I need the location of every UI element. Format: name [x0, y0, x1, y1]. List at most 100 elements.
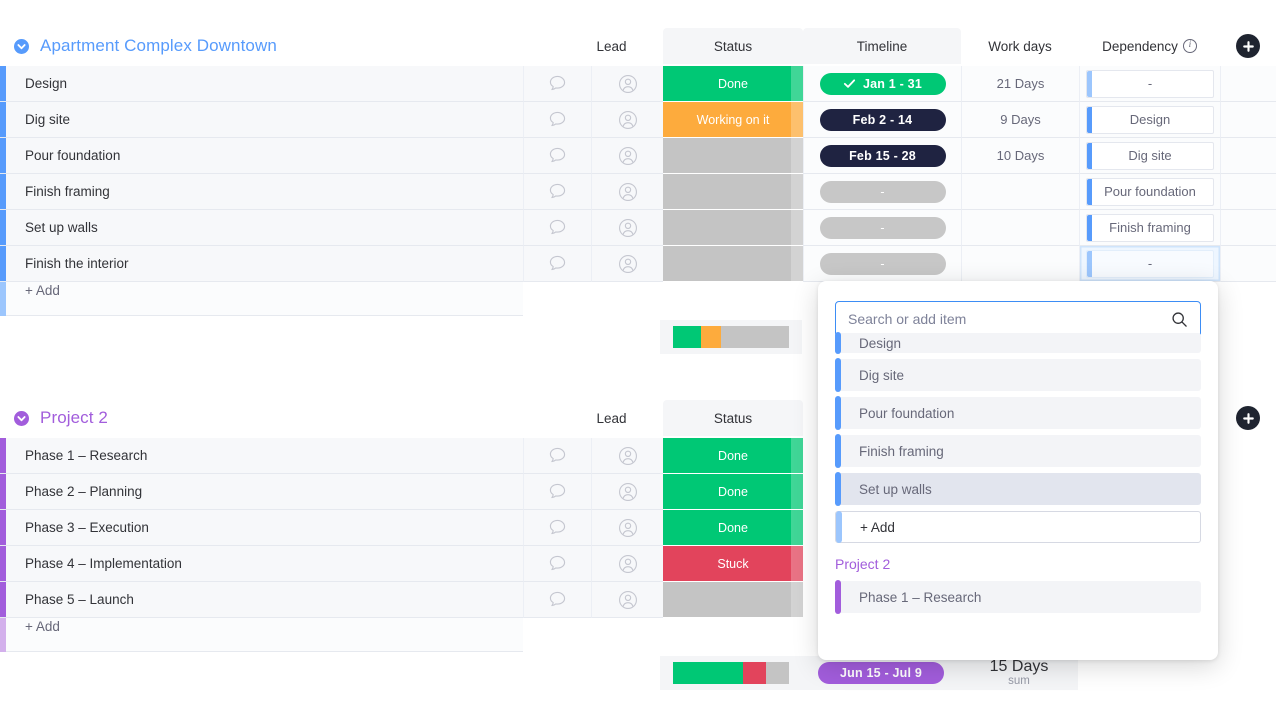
dropdown-list-item[interactable]: Dig site: [835, 358, 1201, 392]
person-avatar-icon[interactable]: [617, 589, 639, 611]
chevron-down-icon[interactable]: [14, 410, 29, 426]
column-header-lead[interactable]: Lead: [560, 28, 663, 64]
dependency-cell[interactable]: -: [1079, 246, 1220, 282]
timeline-pill[interactable]: Feb 15 - 28: [819, 144, 946, 167]
chat-bubble-icon[interactable]: [547, 517, 568, 538]
row-updates-cell[interactable]: [523, 474, 591, 510]
work-days-cell[interactable]: [961, 210, 1079, 246]
timeline-pill[interactable]: -: [819, 180, 946, 203]
person-avatar-icon[interactable]: [617, 481, 639, 503]
column-header-dependency[interactable]: Dependency i: [1079, 28, 1220, 64]
row-updates-cell[interactable]: [523, 102, 591, 138]
add-item-cell[interactable]: + Add: [0, 282, 523, 316]
person-avatar-icon[interactable]: [617, 181, 639, 203]
search-input[interactable]: [836, 311, 1171, 327]
chat-bubble-icon[interactable]: [547, 589, 568, 610]
dependency-cell[interactable]: Dig site: [1079, 138, 1220, 174]
dropdown-list-item[interactable]: Design: [835, 332, 1201, 354]
row-lead-cell[interactable]: [591, 66, 663, 102]
row-lead-cell[interactable]: [591, 546, 663, 582]
person-avatar-icon[interactable]: [617, 217, 639, 239]
chat-bubble-icon[interactable]: [547, 217, 568, 238]
work-days-cell[interactable]: 21 Days: [961, 66, 1079, 102]
dependency-cell[interactable]: Pour foundation: [1079, 174, 1220, 210]
status-cell[interactable]: [663, 582, 803, 618]
table-row[interactable]: Finish framing - Pour foundation: [0, 174, 1276, 210]
dependency-chip[interactable]: Design: [1086, 105, 1214, 134]
chat-bubble-icon[interactable]: [547, 73, 568, 94]
row-name-cell[interactable]: Design: [0, 66, 523, 102]
work-days-cell[interactable]: 9 Days: [961, 102, 1079, 138]
row-name-cell[interactable]: Phase 3 – Execution: [0, 510, 523, 546]
column-header-timeline[interactable]: Timeline: [803, 28, 961, 64]
chat-bubble-icon[interactable]: [547, 553, 568, 574]
row-updates-cell[interactable]: [523, 582, 591, 618]
chat-bubble-icon[interactable]: [547, 253, 568, 274]
status-cell[interactable]: [663, 210, 803, 246]
dependency-cell[interactable]: -: [1079, 66, 1220, 102]
timeline-pill[interactable]: Jan 1 - 31: [819, 72, 946, 95]
timeline-cell[interactable]: Jan 1 - 31: [803, 66, 961, 102]
chat-bubble-icon[interactable]: [547, 181, 568, 202]
row-lead-cell[interactable]: [591, 246, 663, 282]
row-lead-cell[interactable]: [591, 510, 663, 546]
row-name-cell[interactable]: Phase 5 – Launch: [0, 582, 523, 618]
table-row[interactable]: Pour foundation Feb 15 - 28 10 Days Dig sit…: [0, 138, 1276, 174]
row-name-cell[interactable]: Phase 1 – Research: [0, 438, 523, 474]
row-updates-cell[interactable]: [523, 174, 591, 210]
dropdown-list-item[interactable]: Pour foundation: [835, 396, 1201, 430]
dropdown-list-item[interactable]: Finish framing: [835, 434, 1201, 468]
status-cell[interactable]: Stuck: [663, 546, 803, 582]
row-updates-cell[interactable]: [523, 246, 591, 282]
plus-icon[interactable]: [1236, 406, 1260, 430]
column-header-lead[interactable]: Lead: [560, 400, 663, 436]
status-cell[interactable]: [663, 174, 803, 210]
dropdown-list-item[interactable]: Set up walls: [835, 472, 1201, 506]
chat-bubble-icon[interactable]: [547, 445, 568, 466]
plus-icon[interactable]: [1236, 34, 1260, 58]
row-lead-cell[interactable]: [591, 174, 663, 210]
status-cell[interactable]: [663, 246, 803, 282]
column-header-status[interactable]: Status: [663, 400, 803, 436]
row-updates-cell[interactable]: [523, 138, 591, 174]
table-row[interactable]: Design Done Jan 1 - 31 21 Days -: [0, 66, 1276, 102]
row-lead-cell[interactable]: [591, 438, 663, 474]
row-name-cell[interactable]: Phase 4 – Implementation: [0, 546, 523, 582]
dependency-chip[interactable]: Pour foundation: [1086, 177, 1214, 206]
timeline-cell[interactable]: Feb 2 - 14: [803, 102, 961, 138]
row-name-cell[interactable]: Pour foundation: [0, 138, 523, 174]
status-cell[interactable]: Done: [663, 66, 803, 102]
timeline-pill[interactable]: -: [819, 252, 946, 275]
timeline-cell[interactable]: -: [803, 174, 961, 210]
row-lead-cell[interactable]: [591, 582, 663, 618]
dropdown-add-item[interactable]: + Add: [835, 511, 1201, 543]
dropdown-list-item[interactable]: Phase 1 – Research: [835, 580, 1201, 614]
timeline-pill[interactable]: Feb 2 - 14: [819, 108, 946, 131]
row-name-cell[interactable]: Finish framing: [0, 174, 523, 210]
add-item-cell[interactable]: + Add: [0, 618, 523, 652]
dependency-chip[interactable]: Finish framing: [1086, 213, 1214, 242]
person-avatar-icon[interactable]: [617, 553, 639, 575]
row-name-cell[interactable]: Set up walls: [0, 210, 523, 246]
work-days-cell[interactable]: 10 Days: [961, 138, 1079, 174]
work-days-cell[interactable]: [961, 174, 1079, 210]
status-cell[interactable]: Done: [663, 438, 803, 474]
chat-bubble-icon[interactable]: [547, 145, 568, 166]
row-name-cell[interactable]: Phase 2 – Planning: [0, 474, 523, 510]
status-cell[interactable]: [663, 138, 803, 174]
row-updates-cell[interactable]: [523, 210, 591, 246]
person-avatar-icon[interactable]: [617, 109, 639, 131]
row-lead-cell[interactable]: [591, 474, 663, 510]
group-title[interactable]: Project 2: [40, 408, 108, 428]
dependency-chip[interactable]: Dig site: [1086, 141, 1214, 170]
row-updates-cell[interactable]: [523, 66, 591, 102]
table-row[interactable]: Dig site Working on it Feb 2 - 14 9 Days Des…: [0, 102, 1276, 138]
person-avatar-icon[interactable]: [617, 517, 639, 539]
row-updates-cell[interactable]: [523, 438, 591, 474]
person-avatar-icon[interactable]: [617, 253, 639, 275]
timeline-cell[interactable]: -: [803, 210, 961, 246]
chevron-down-icon[interactable]: [14, 38, 29, 54]
row-lead-cell[interactable]: [591, 138, 663, 174]
row-name-cell[interactable]: Dig site: [0, 102, 523, 138]
dependency-cell[interactable]: Design: [1079, 102, 1220, 138]
